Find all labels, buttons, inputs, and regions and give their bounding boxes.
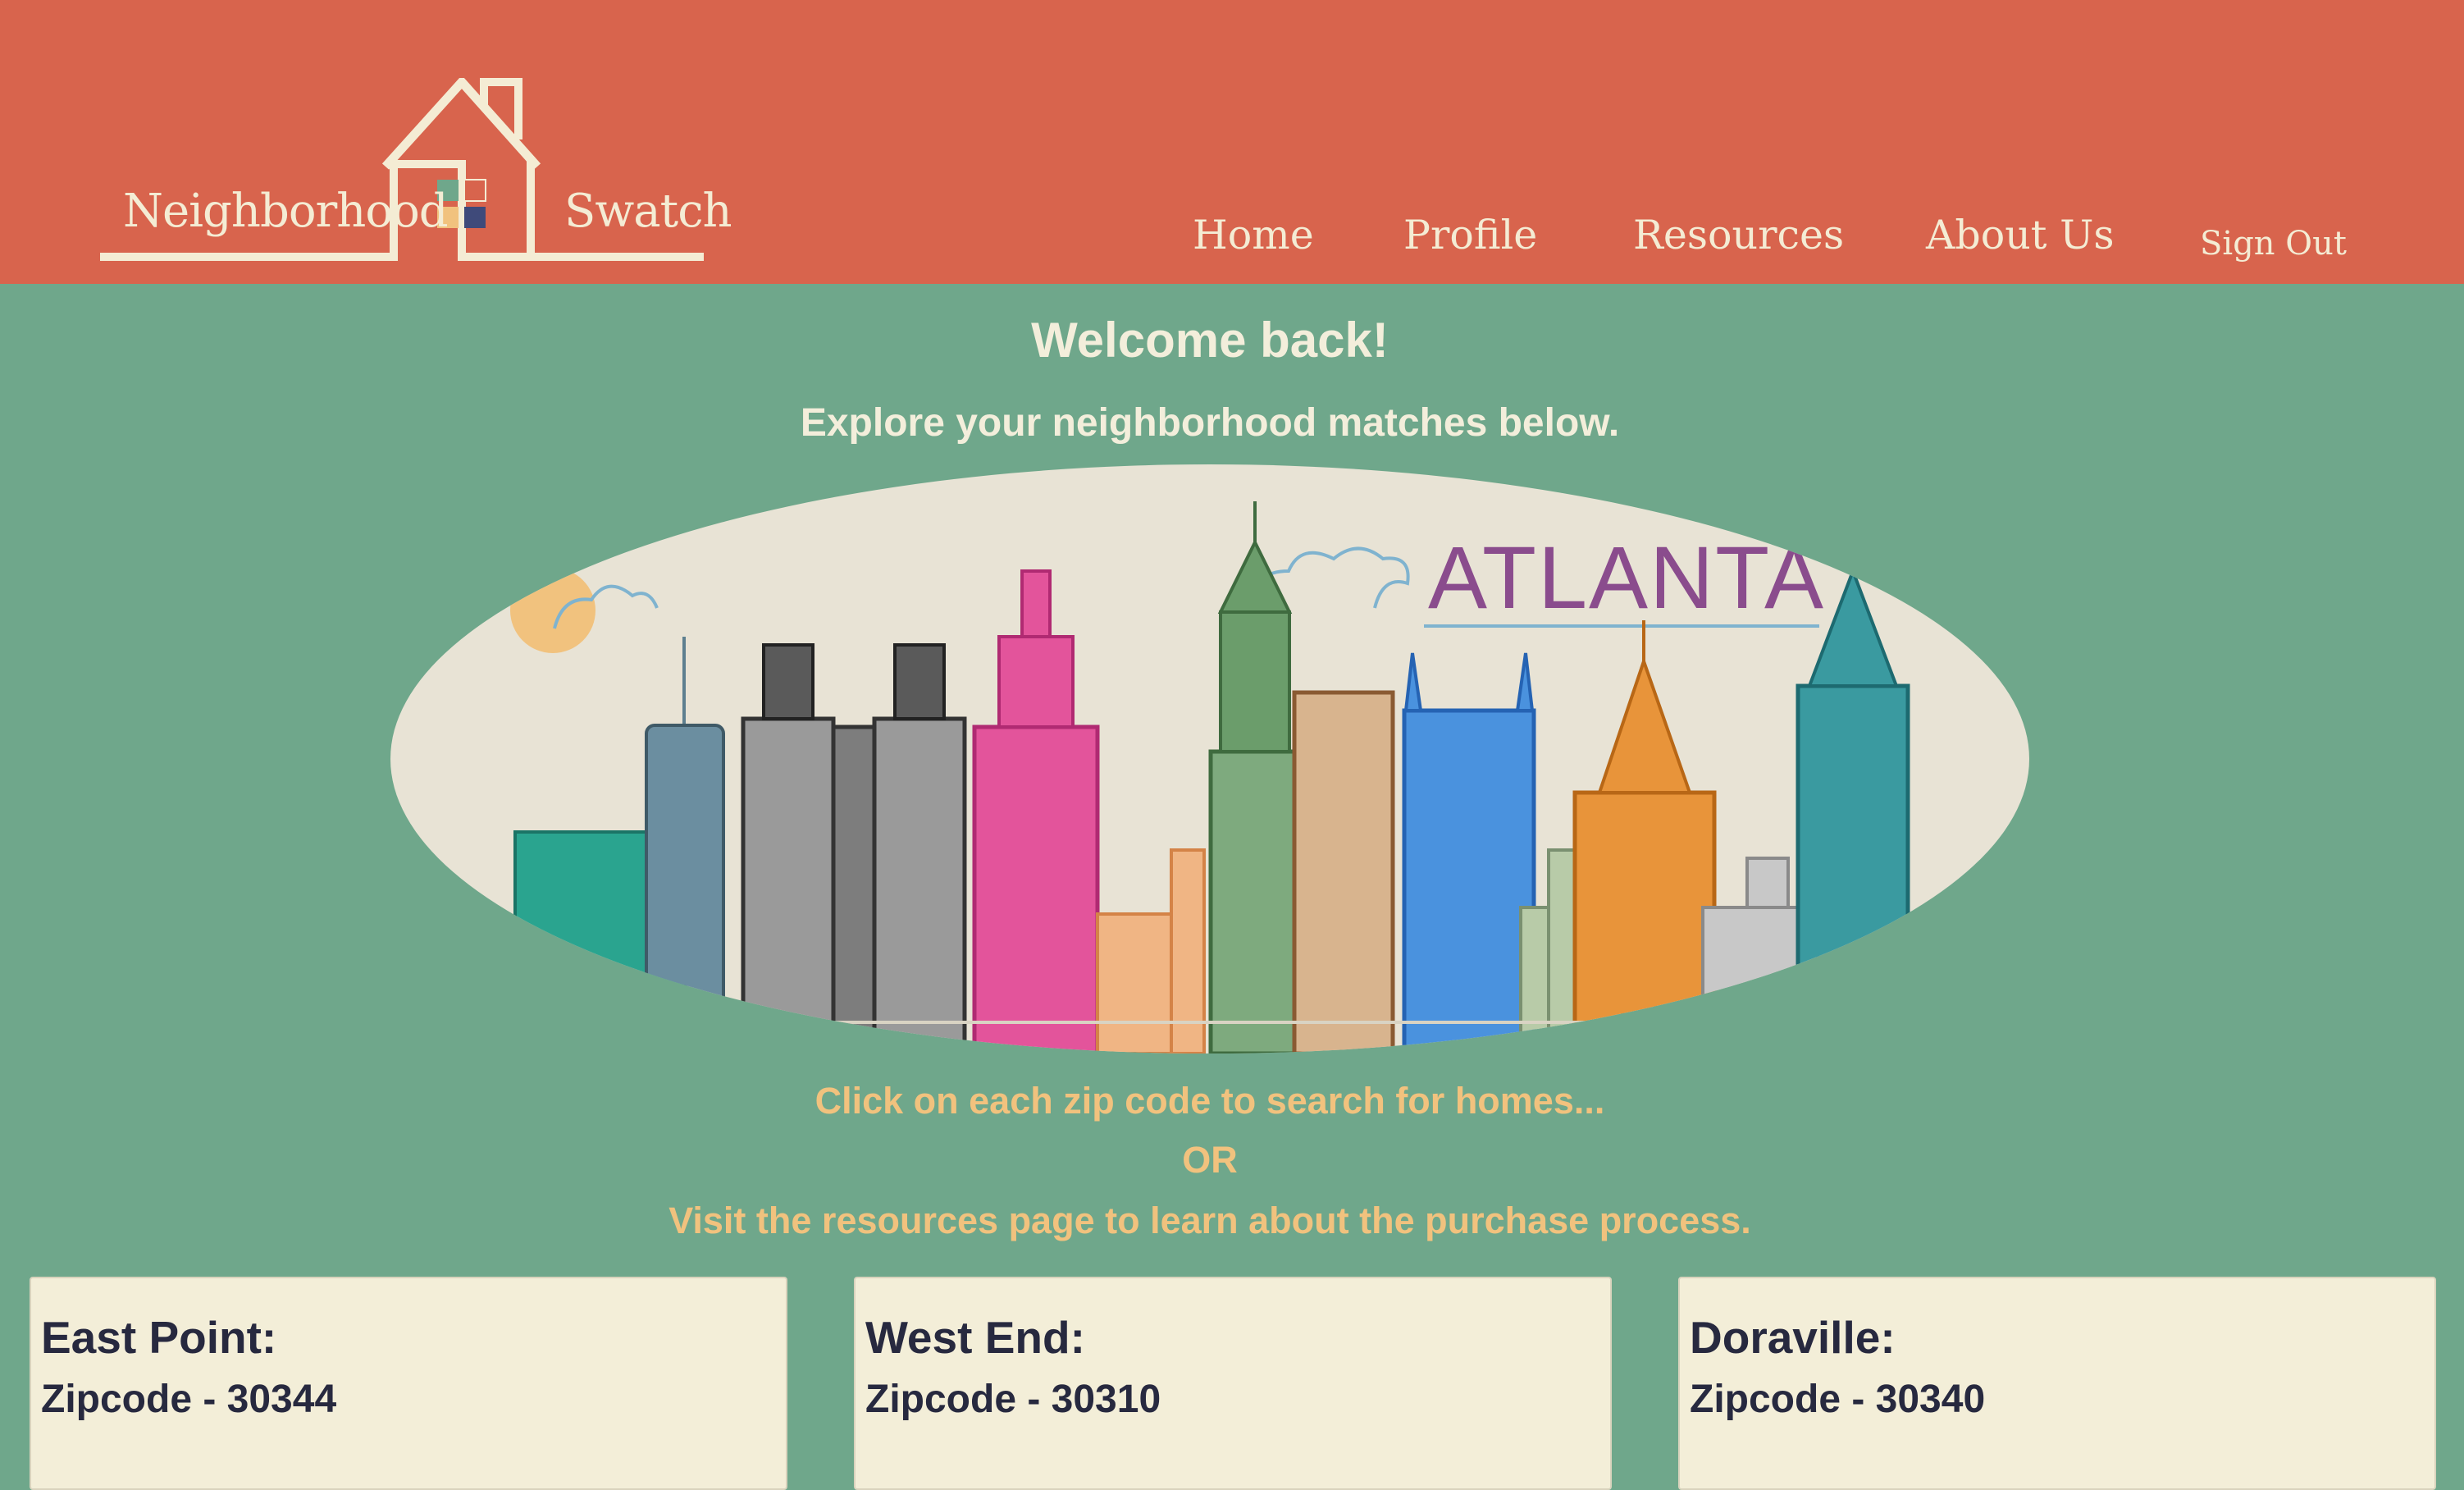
zipcode-link[interactable]: Zipcode - 30344 (41, 1377, 786, 1422)
instruction-zip-click: Click on each zip code to search for hom… (814, 1080, 1605, 1122)
nav-resources[interactable]: Resources (1633, 212, 1844, 258)
zipcode-link[interactable]: Zipcode - 30340 (1690, 1377, 2434, 1422)
welcome-heading: Welcome back! (1031, 313, 1389, 368)
nav-sign-out[interactable]: Sign Out (2200, 225, 2347, 263)
zipcode-link[interactable]: Zipcode - 30310 (865, 1377, 1610, 1422)
nav-profile[interactable]: Profile (1403, 212, 1537, 258)
neighborhood-name: Doraville: (1690, 1312, 1896, 1363)
instruction-resources: Visit the resources page to learn about … (668, 1200, 1751, 1241)
hero-atlanta-title: ATLANTA (1428, 528, 1826, 627)
neighborhood-name: West End: (865, 1312, 1085, 1363)
neighborhood-card: West End: Zipcode - 30310 (854, 1277, 1612, 1490)
neighborhood-card: East Point: Zipcode - 30344 (30, 1277, 787, 1490)
atlanta-skyline-image: ATLANTA (390, 464, 2029, 1054)
nav-home[interactable]: Home (1193, 212, 1314, 258)
nav-about-us[interactable]: About Us (1926, 212, 2115, 258)
neighborhood-name: East Point: (41, 1312, 277, 1363)
neighborhood-card: Doraville: Zipcode - 30340 (1678, 1277, 2436, 1490)
header-bar: Neighborhood Swatch Home Profile Resourc… (0, 0, 2464, 284)
instruction-or: OR (1182, 1139, 1238, 1181)
main-nav: Home Profile Resources About Us Sign Out (0, 212, 2464, 277)
explore-subheading: Explore your neighborhood matches below. (800, 401, 1620, 445)
